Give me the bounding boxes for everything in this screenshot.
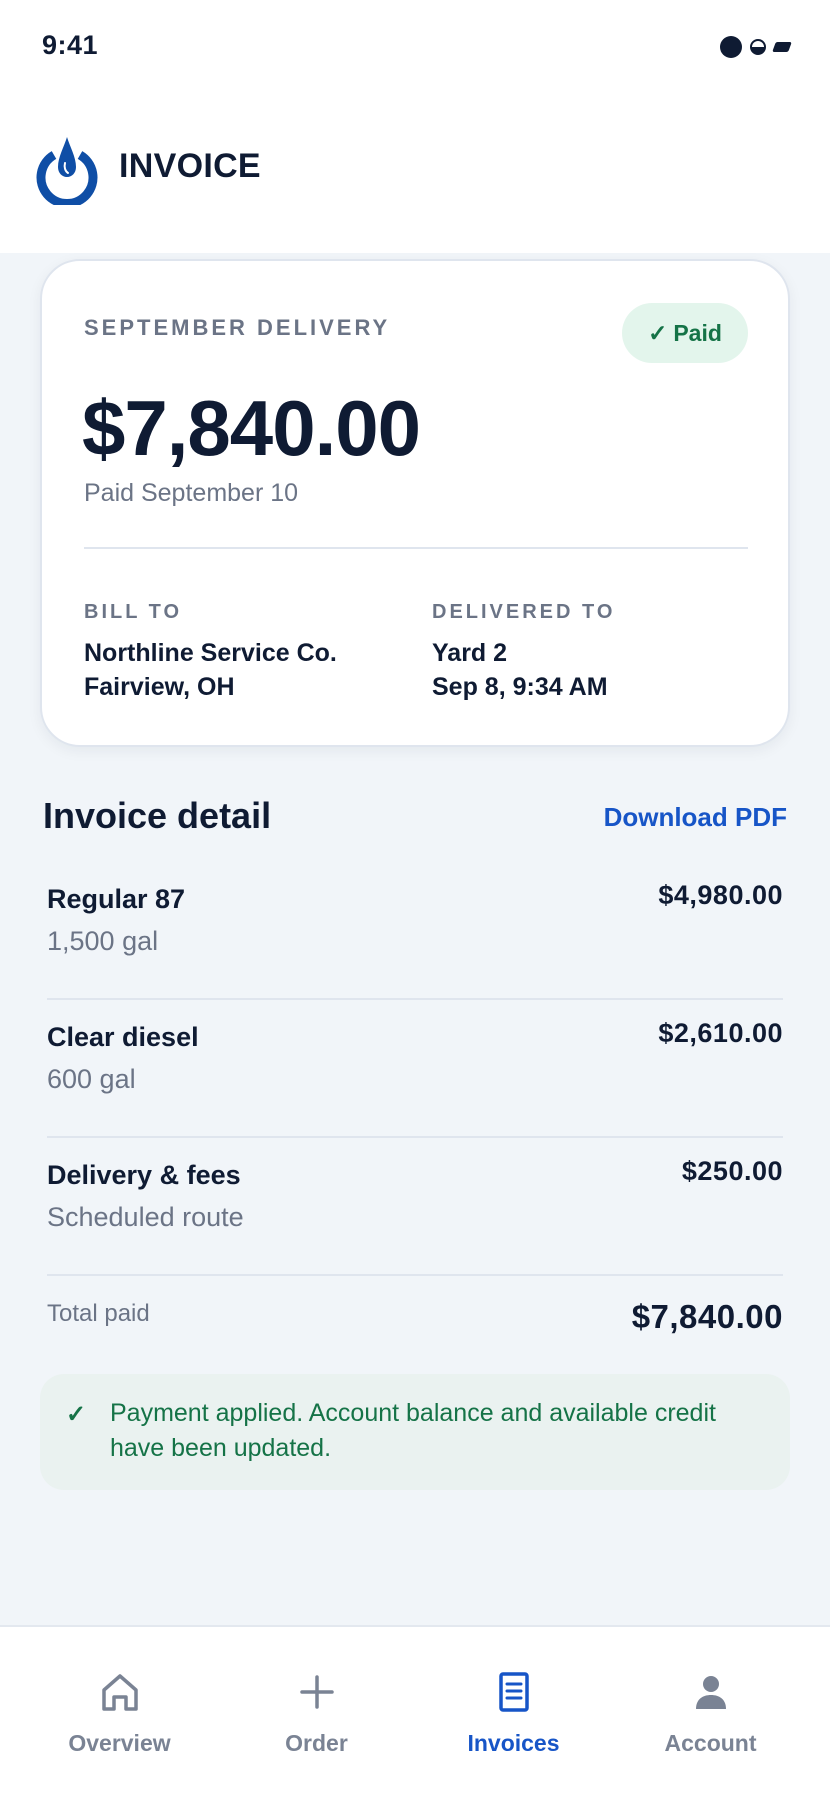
divider (84, 547, 748, 549)
camera-dot-icon (720, 36, 742, 58)
line-item-quantity: 1,500 gal (47, 926, 159, 956)
paid-date: Paid September 10 (84, 479, 299, 507)
bottom-tab-bar: Overview Order Invoices Account (0, 1625, 830, 1800)
bill-to-name: Northline Service Co. (84, 639, 337, 667)
download-pdf-link[interactable]: Download PDF (604, 802, 787, 833)
line-item-price: $250.00 (681, 1156, 783, 1186)
bill-to-location: Fairview, OH (84, 673, 235, 701)
check-icon: ✓ (66, 1401, 87, 1428)
status-time: 9:41 (42, 30, 99, 60)
tab-label: Overview (68, 1730, 171, 1756)
bill-to-label: BILL TO (84, 601, 183, 623)
tab-label: Invoices (467, 1730, 560, 1756)
line-item: Clear diesel 600 gal $2,610.00 (47, 1000, 783, 1138)
page-title: INVOICE (119, 147, 261, 185)
total-paid-value: $7,840.00 (631, 1298, 783, 1335)
document-icon (498, 1672, 529, 1712)
tab-invoices[interactable]: Invoices (410, 1627, 617, 1800)
app-header: INVOICE (0, 95, 830, 253)
system-status-icons (720, 36, 792, 58)
line-item-name: Regular 87 (47, 884, 186, 914)
status-badge: ✓ Paid (622, 303, 748, 363)
delivered-to-site: Yard 2 (432, 639, 508, 667)
home-icon (101, 1674, 138, 1711)
tab-order[interactable]: Order (213, 1627, 420, 1800)
line-item: Delivery & fees Scheduled route $250.00 (47, 1138, 783, 1276)
invoice-period: SEPTEMBER DELIVERY (84, 315, 391, 340)
fuel-drop-power-icon (36, 137, 98, 205)
person-icon (695, 1676, 726, 1709)
tab-overview[interactable]: Overview (16, 1627, 223, 1800)
line-item-price: $2,610.00 (658, 1018, 783, 1048)
battery-icon (772, 42, 792, 52)
invoice-summary-card: SEPTEMBER DELIVERY ✓ Paid $7,840.00 Paid… (40, 259, 790, 747)
line-item-quantity: Scheduled route (47, 1202, 244, 1232)
status-badge-label: Paid (673, 319, 722, 346)
payment-notice: ✓ Payment applied. Account balance and a… (40, 1374, 790, 1490)
check-icon: ✓ (648, 319, 668, 346)
delivered-to-label: DELIVERED TO (432, 601, 616, 623)
payment-notice-text: Payment applied. Account balance and ava… (110, 1399, 716, 1462)
delivered-to-datetime: Sep 8, 9:34 AM (432, 673, 608, 701)
signal-icon (750, 39, 766, 55)
tab-label: Account (664, 1730, 757, 1756)
line-item: Regular 87 1,500 gal $4,980.00 (47, 862, 783, 1000)
line-item-price: $4,980.00 (658, 880, 783, 910)
invoice-detail-title: Invoice detail (43, 795, 272, 836)
status-bar: 9:41 (0, 0, 830, 95)
total-paid-label: Total paid (47, 1300, 150, 1327)
line-item-name: Delivery & fees (47, 1160, 241, 1190)
line-item-quantity: 600 gal (47, 1064, 136, 1094)
tab-label: Order (285, 1730, 348, 1756)
plus-icon (299, 1675, 334, 1709)
invoice-amount: $7,840.00 (82, 384, 421, 472)
tab-account[interactable]: Account (607, 1627, 814, 1800)
line-item-name: Clear diesel (47, 1022, 199, 1052)
